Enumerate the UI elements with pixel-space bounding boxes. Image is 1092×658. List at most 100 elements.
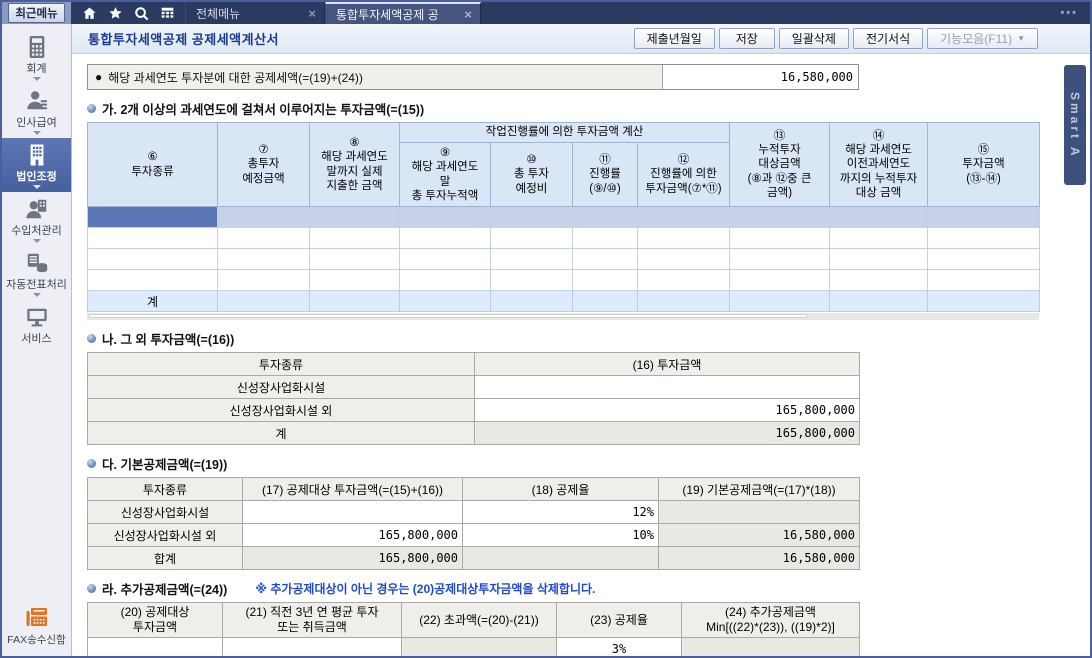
menu-grid-icon[interactable] — [156, 4, 179, 22]
amount-cell[interactable]: 165,800,000 — [474, 398, 860, 422]
table-cell[interactable] — [490, 206, 573, 228]
sidebar-item-fax[interactable]: FAX송수신함 — [2, 600, 71, 650]
fax-icon — [24, 605, 50, 631]
table-cell[interactable] — [399, 206, 491, 228]
amount-cell[interactable] — [87, 637, 223, 656]
scrollbar-thumb[interactable] — [88, 314, 808, 318]
table-cell[interactable] — [87, 269, 218, 291]
selected-cell[interactable] — [87, 206, 218, 228]
tab-close-icon[interactable]: × — [306, 6, 318, 21]
table-cell[interactable] — [309, 269, 400, 291]
table-cell[interactable] — [490, 248, 573, 270]
sidebar-item-accounting[interactable]: 회계 — [2, 30, 71, 84]
sidebar-item-client-management[interactable]: 수입처관리 — [2, 192, 71, 246]
tab-label: 전체메뉴 — [196, 6, 241, 21]
table-cell[interactable] — [572, 248, 638, 270]
horizontal-scrollbar[interactable] — [87, 313, 1039, 320]
computed-cell — [658, 500, 860, 524]
tab-close-icon[interactable]: × — [462, 7, 474, 22]
amount-cell[interactable] — [242, 500, 463, 524]
rate-cell[interactable]: 12% — [462, 500, 659, 524]
table-cell[interactable] — [729, 227, 831, 249]
summary-value: 16,580,000 — [780, 70, 853, 84]
tab-investment-credit[interactable]: 통합투자세액공제 공 × — [325, 2, 481, 24]
function-menu-button[interactable]: 기능모음(F11) ▼ — [927, 28, 1038, 49]
table-cell[interactable] — [217, 227, 310, 249]
table-cell[interactable] — [829, 269, 929, 291]
amount-cell[interactable] — [474, 375, 860, 399]
table-cell[interactable] — [399, 269, 491, 291]
col-header: ⑦ 총투자 예정금액 — [217, 122, 310, 207]
overflow-menu-icon[interactable]: ••• — [1060, 2, 1090, 24]
table-cell[interactable] — [490, 227, 573, 249]
section-da-title: 다. 기본공제금액(=(19)) — [87, 454, 1090, 473]
total-cell — [829, 290, 929, 312]
chevron-down-icon — [32, 185, 41, 189]
smart-a-dock-tab[interactable]: Smart A — [1064, 65, 1086, 185]
tab-label: 통합투자세액공제 공 — [336, 7, 439, 22]
rate-cell[interactable]: 10% — [462, 523, 659, 547]
table-cell[interactable] — [217, 248, 310, 270]
table-cell[interactable] — [309, 227, 400, 249]
sidebar-item-label: FAX송수신함 — [7, 634, 66, 646]
rate-cell[interactable]: 3% — [556, 637, 682, 656]
table-cell[interactable] — [829, 227, 929, 249]
table-cell[interactable] — [636, 206, 731, 228]
table-cell[interactable] — [927, 269, 1041, 291]
table-cell[interactable] — [927, 227, 1041, 249]
sidebar-item-label: 수입처관리 — [11, 225, 62, 237]
star-icon[interactable] — [104, 4, 127, 22]
table-cell[interactable] — [927, 248, 1041, 270]
person-payroll-icon — [25, 89, 49, 113]
table-cell[interactable] — [829, 248, 929, 270]
table-cell[interactable] — [572, 206, 638, 228]
table-row — [87, 227, 1041, 249]
table-cell[interactable] — [572, 269, 638, 291]
total-cell — [927, 290, 1041, 312]
table-cell[interactable] — [399, 248, 491, 270]
table-cell[interactable] — [729, 269, 831, 291]
table-cell[interactable] — [636, 248, 731, 270]
bulk-delete-button[interactable]: 일괄삭제 — [778, 28, 849, 49]
table-cell[interactable] — [729, 248, 831, 270]
section-ra-note: ※ 추가공제대상이 아닌 경우는 (20)공제대상투자금액을 삭제합니다. — [255, 582, 596, 596]
search-icon[interactable] — [130, 4, 153, 22]
total-cell — [399, 290, 491, 312]
table-cell[interactable] — [927, 206, 1041, 228]
table-cell[interactable] — [636, 269, 731, 291]
table-cell[interactable] — [217, 269, 310, 291]
amount-cell[interactable]: 165,800,000 — [242, 523, 463, 547]
table-row — [87, 269, 1041, 291]
recent-menu-button[interactable]: 최근메뉴 — [8, 3, 65, 23]
home-icon[interactable] — [78, 4, 101, 22]
total-row: 계 165,800,000 — [87, 421, 860, 445]
amount-cell[interactable] — [222, 637, 402, 656]
col-header: ⑬ 누적투자 대상금액 (⑧과 ⑫중 큰 금액) — [729, 122, 831, 207]
table-cell[interactable] — [636, 227, 731, 249]
table-cell[interactable] — [490, 269, 573, 291]
table-row — [87, 248, 1041, 270]
col-header: ⑨ 해당 과세연도 말 총 투자누적액 — [399, 142, 491, 207]
sidebar: 회계 인사급여 법인조정 수입처관리 자동전표처리 서비스 FAX송수신함 — [2, 24, 72, 656]
table-cell[interactable] — [309, 206, 400, 228]
sidebar-item-hr-payroll[interactable]: 인사급여 — [2, 84, 71, 138]
tab-all-menu[interactable]: 전체메뉴 × — [185, 2, 325, 24]
sidebar-item-auto-voucher[interactable]: 자동전표처리 — [2, 246, 71, 300]
sidebar-item-corporate-adjustment[interactable]: 법인조정 — [2, 138, 71, 192]
sidebar-item-label: 서비스 — [21, 333, 52, 345]
sidebar-item-service[interactable]: 서비스 — [2, 300, 71, 349]
previous-form-button[interactable]: 전기서식 — [852, 28, 924, 49]
table-cell[interactable] — [309, 248, 400, 270]
table-cell[interactable] — [729, 206, 831, 228]
table-cell[interactable] — [87, 248, 218, 270]
chevron-down-icon — [32, 77, 41, 81]
submit-date-button[interactable]: 제출년월일 — [633, 28, 715, 49]
table-cell[interactable] — [399, 227, 491, 249]
table-cell[interactable] — [572, 227, 638, 249]
table-cell[interactable] — [217, 206, 310, 228]
table-cell[interactable] — [87, 227, 218, 249]
table-cell[interactable] — [829, 206, 929, 228]
database-icon — [25, 251, 49, 275]
col-header: (19) 기본공제금액(=(17)*(18)) — [658, 477, 860, 501]
save-button[interactable]: 저장 — [718, 28, 775, 49]
